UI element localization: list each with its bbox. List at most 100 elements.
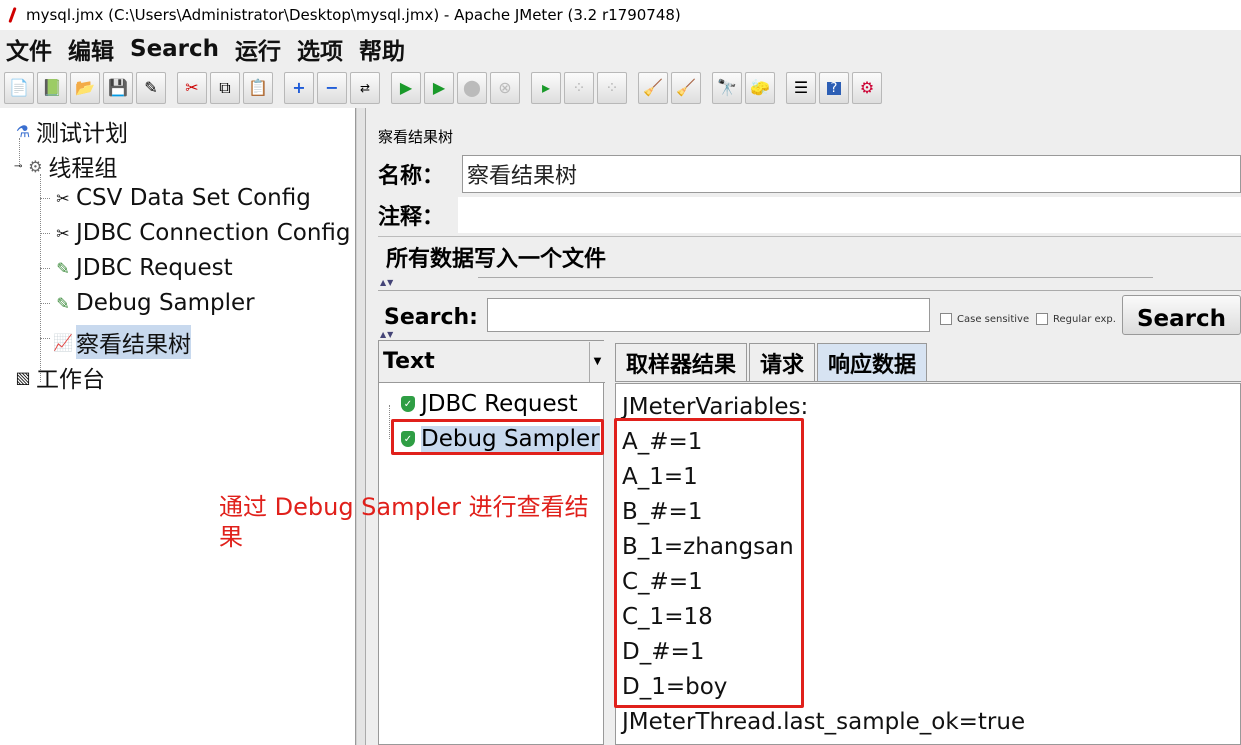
clear-button[interactable]: 🧹 [638, 72, 668, 104]
checkbox-box[interactable] [940, 313, 952, 325]
shutdown-button[interactable]: ⊗ [490, 72, 520, 104]
remote-shutdown-button[interactable]: ⁘ [597, 72, 627, 104]
tab-request[interactable]: 请求 [749, 343, 816, 381]
shutdown-icon: ⊗ [498, 78, 512, 97]
collapse-arrows-icon[interactable]: ▲▼ [380, 278, 394, 287]
expand-all-button[interactable]: + [284, 72, 314, 104]
name-label: 名称： [378, 164, 445, 189]
save-as-icon: ✎ [144, 78, 158, 97]
chevron-down-icon[interactable]: ▼ [589, 341, 605, 382]
test-plan-tree: ⚗ 测试计划 ⊸ ⚙ 线程组 ✂ CSV Data Set Config ✂ J… [0, 108, 356, 745]
save-as-button[interactable]: ✎ [136, 72, 166, 104]
save-icon: 💾 [108, 78, 128, 97]
reset-search-button[interactable]: 🧽 [745, 72, 775, 104]
config-icon: ✂ [56, 188, 70, 208]
new-button[interactable]: 📄 [4, 72, 34, 104]
tab-response-data[interactable]: 响应数据 [817, 343, 928, 381]
log-button[interactable]: ⚙ [852, 72, 882, 104]
comment-input[interactable] [458, 197, 1241, 233]
comment-label: 注释： [378, 205, 445, 230]
templates-button[interactable]: 📗 [37, 72, 67, 104]
search-bar: Search: Case sensitive Regular exp. Sear… [378, 290, 1241, 335]
search-button-toolbar[interactable]: 🔭 [712, 72, 742, 104]
tree-item-workbench[interactable]: ▧ 工作台 [12, 360, 105, 394]
clear-icon: 🧹 [643, 78, 663, 97]
tree-item-label: 线程组 [48, 156, 118, 182]
name-input[interactable]: 察看结果树 [462, 155, 1241, 193]
paste-icon: 📋 [248, 78, 268, 97]
menu-help[interactable]: 帮助 [359, 32, 405, 66]
collapse-arrows-icon[interactable]: ▲▼ [380, 330, 394, 339]
menu-options[interactable]: 选项 [297, 32, 343, 66]
case-sensitive-checkbox[interactable]: Case sensitive [940, 313, 1029, 325]
tab-bar: 取样器结果 请求 响应数据 [615, 340, 1241, 382]
search-icon: 🔭 [717, 78, 737, 97]
split-pane-divider[interactable] [356, 108, 366, 745]
log-icon: ⚙ [859, 78, 875, 97]
reset-search-icon: 🧽 [750, 78, 770, 97]
cut-button[interactable]: ✂ [177, 72, 207, 104]
search-button[interactable]: Search [1122, 295, 1241, 335]
open-icon: 📂 [75, 78, 95, 97]
renderer-value: Text [383, 349, 435, 374]
result-item-jdbc-request[interactable]: ✓ JDBC Request [401, 391, 578, 417]
window-title-bar: mysql.jmx (C:\Users\Administrator\Deskto… [0, 0, 1241, 30]
tree-item-csv-data-set-config[interactable]: ✂ CSV Data Set Config [52, 185, 311, 211]
save-button[interactable]: 💾 [103, 72, 133, 104]
file-section-title: 所有数据写入一个文件 [386, 241, 611, 273]
checkbox-box[interactable] [1036, 313, 1048, 325]
collapse-icon: − [325, 78, 339, 97]
regular-exp-label: Regular exp. [1053, 313, 1116, 325]
paste-button[interactable]: 📋 [243, 72, 273, 104]
menu-search[interactable]: Search [130, 36, 219, 62]
help-button[interactable]: ? [819, 72, 849, 104]
tree-item-view-results-tree[interactable]: 📈 察看结果树 [52, 325, 191, 359]
menu-file[interactable]: 文件 [6, 32, 52, 66]
copy-icon: ⧉ [219, 78, 231, 97]
tree-item-debug-sampler[interactable]: ✎ Debug Sampler [52, 290, 255, 316]
renderer-select[interactable]: Text ▼ [379, 341, 605, 383]
highlight-box-debug-sampler [391, 419, 604, 455]
stop-button[interactable]: ⬤ [457, 72, 487, 104]
function-helper-button[interactable]: ☰ [786, 72, 816, 104]
clear-all-button[interactable]: 🧹 [671, 72, 701, 104]
start-button[interactable]: ▶ [391, 72, 421, 104]
menu-edit[interactable]: 编辑 [68, 32, 114, 66]
clear-all-icon: 🧹 [676, 78, 696, 97]
menu-run[interactable]: 运行 [235, 32, 281, 66]
test-plan-icon: ⚗ [15, 121, 31, 141]
tree-item-jdbc-request[interactable]: ✎ JDBC Request [52, 255, 232, 281]
start-no-pause-icon: ▶ [432, 78, 446, 97]
panel-title: 察看结果树 [378, 128, 454, 146]
tree-item-label: Debug Sampler [76, 290, 255, 316]
open-button[interactable]: 📂 [70, 72, 100, 104]
tree-expand-handle-icon[interactable]: ⊸ [14, 161, 22, 172]
expand-icon: + [292, 78, 306, 97]
search-input[interactable] [487, 298, 930, 332]
copy-button[interactable]: ⧉ [210, 72, 240, 104]
tree-item-jdbc-connection-config[interactable]: ✂ JDBC Connection Config [52, 220, 350, 246]
templates-icon: 📗 [42, 78, 62, 97]
start-no-pause-button[interactable]: ▶ [424, 72, 454, 104]
remote-stop-button[interactable]: ⁘ [564, 72, 594, 104]
jmeter-feather-icon [8, 6, 18, 24]
tree-item-label: 工作台 [36, 367, 105, 393]
response-line: JMeterVariables: [622, 394, 809, 420]
tree-item-label: 测试计划 [36, 121, 128, 147]
toggle-icon: ⇄ [359, 81, 371, 95]
regular-exp-checkbox[interactable]: Regular exp. [1036, 313, 1116, 325]
tree-item-test-plan[interactable]: ⚗ 测试计划 [12, 114, 128, 148]
collapse-all-button[interactable]: − [317, 72, 347, 104]
tree-item-thread-group[interactable]: ⊸ ⚙ 线程组 [14, 149, 117, 183]
tab-sampler-result[interactable]: 取样器结果 [615, 343, 748, 381]
write-results-to-file-section: 所有数据写入一个文件 [378, 236, 1241, 280]
start-icon: ▶ [399, 78, 413, 97]
tree-item-label: JDBC Connection Config [76, 220, 351, 246]
toggle-button[interactable]: ⇄ [350, 72, 380, 104]
config-icon: ✂ [56, 223, 70, 243]
remote-start-button[interactable]: ▸ [531, 72, 561, 104]
cut-icon: ✂ [185, 78, 199, 97]
highlight-box-variables [614, 418, 804, 708]
success-shield-icon: ✓ [401, 396, 415, 412]
toolbar: 📄 📗 📂 💾 ✎ ✂ ⧉ 📋 + − ⇄ ▶ ▶ ⬤ ⊗ ▸ ⁘ ⁘ 🧹 🧹 … [0, 68, 1241, 108]
